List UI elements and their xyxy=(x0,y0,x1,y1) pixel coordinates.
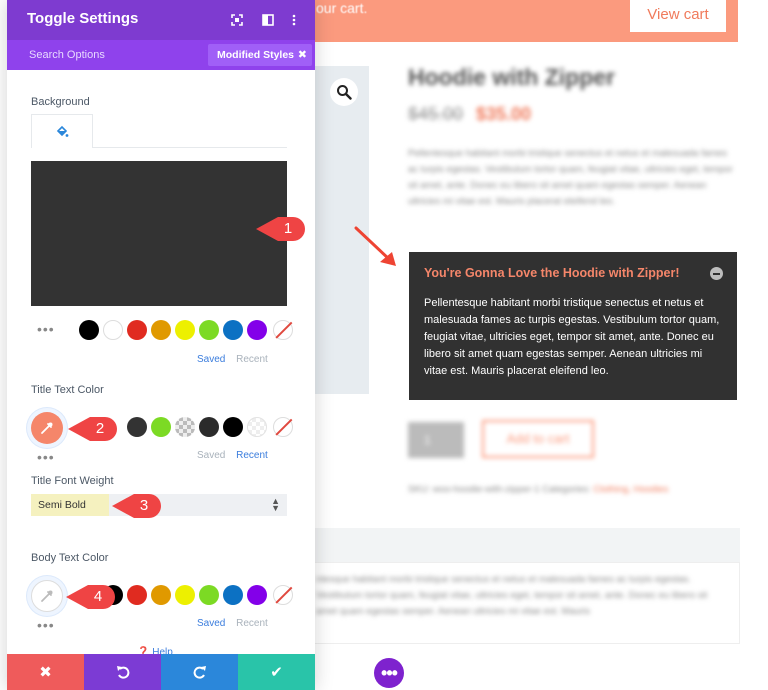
title-font-weight-value: Semi Bold xyxy=(31,494,109,516)
more-vertical-icon[interactable] xyxy=(285,11,303,29)
callout-number: 2 xyxy=(95,420,105,437)
recent-tab[interactable]: Recent xyxy=(236,450,268,461)
swatch-none[interactable] xyxy=(273,585,293,605)
swatch-red[interactable] xyxy=(127,585,147,605)
product-title: Hoodie with Zipper xyxy=(408,64,615,90)
add-to-cart-button[interactable]: Add to cart xyxy=(482,420,594,458)
close-icon: ✖ xyxy=(39,664,52,681)
product-tabs[interactable] xyxy=(300,528,740,562)
view-cart-button[interactable]: View cart xyxy=(630,0,726,32)
callout-marker-2: 2 xyxy=(68,414,118,444)
swatch-black[interactable] xyxy=(223,417,243,437)
select-arrows-icon: ▲ ▼ xyxy=(271,496,280,513)
swatch-none[interactable] xyxy=(273,320,293,340)
undo-icon xyxy=(116,666,129,679)
background-color-preview[interactable] xyxy=(31,161,287,306)
saved-tab[interactable]: Saved xyxy=(197,618,225,629)
toggle-settings-panel: Toggle Settings Search Options Modified … xyxy=(7,0,315,690)
swatch-white[interactable] xyxy=(103,320,123,340)
callout-marker-4: 4 xyxy=(66,582,116,612)
background-type-tabs xyxy=(31,114,287,148)
swatch-green[interactable] xyxy=(151,417,171,437)
undo-button[interactable] xyxy=(84,654,161,690)
title-swatch-tabs: Saved Recent xyxy=(197,450,268,461)
modified-styles-filter[interactable]: Modified Styles ✖ xyxy=(208,44,312,66)
callout-number: 3 xyxy=(139,497,149,514)
swatch-transparent[interactable] xyxy=(175,417,195,437)
quantity-input[interactable]: 1 xyxy=(408,422,464,458)
toggle-module[interactable]: You're Gonna Love the Hoodie with Zipper… xyxy=(409,252,737,400)
modified-styles-label: Modified Styles xyxy=(217,49,295,61)
background-color-tab[interactable] xyxy=(31,114,93,148)
swatch-purple[interactable] xyxy=(247,320,267,340)
redo-icon xyxy=(193,666,206,679)
save-button[interactable]: ✔ xyxy=(238,654,315,690)
swatch-yellow[interactable] xyxy=(175,585,195,605)
swatch-blue[interactable] xyxy=(223,585,243,605)
swatch-none[interactable] xyxy=(273,417,293,437)
screenshot-stage: our cart. View cart Hoodie with Zipper $… xyxy=(0,0,768,690)
search-options-link[interactable]: Search Options xyxy=(29,49,105,61)
saved-tab[interactable]: Saved xyxy=(197,450,225,461)
title-text-color-label: Title Text Color xyxy=(31,384,104,396)
panel-header[interactable]: Toggle Settings xyxy=(7,0,315,40)
recent-tab[interactable]: Recent xyxy=(236,354,268,365)
background-swatches: ••• xyxy=(31,320,293,342)
swatch-orange[interactable] xyxy=(151,320,171,340)
more-colors-icon[interactable]: ••• xyxy=(37,450,55,464)
pointer-arrow-icon xyxy=(354,226,396,266)
product-short-description: Pellentesque habitant morbi tristique se… xyxy=(408,148,733,207)
more-colors-icon[interactable]: ••• xyxy=(37,618,55,632)
product-tab-text: ntesque habitant morbi tristique senectu… xyxy=(316,574,708,617)
panel-subheader: Search Options Modified Styles ✖ xyxy=(7,40,315,70)
swatch-yellow[interactable] xyxy=(175,320,195,340)
body-swatch-tabs: Saved Recent xyxy=(197,618,268,629)
body-text-color-label: Body Text Color xyxy=(31,552,109,564)
expand-icon[interactable] xyxy=(228,11,246,29)
category-links[interactable]: Clothing, Hoodies xyxy=(593,484,668,495)
product-old-price: $45.00 xyxy=(408,104,464,124)
swatch-orange[interactable] xyxy=(151,585,171,605)
callout-number: 4 xyxy=(93,588,103,605)
background-swatch-tabs: Saved Recent xyxy=(197,354,268,365)
recent-tab[interactable]: Recent xyxy=(236,618,268,629)
sku-text: SKU: woo-hoodie-with-zipper-1 Categories… xyxy=(408,484,594,495)
swatch-charcoal[interactable] xyxy=(199,417,219,437)
callout-marker-1: 1 xyxy=(256,214,306,244)
product-meta: SKU: woo-hoodie-with-zipper-1 Categories… xyxy=(408,484,738,495)
discard-button[interactable]: ✖ xyxy=(7,654,84,690)
panel-footer: ✖ ✔ xyxy=(7,654,315,690)
product-sale-price: $35.00 xyxy=(476,104,532,124)
swatch-green[interactable] xyxy=(199,585,219,605)
more-options-button[interactable]: ••• xyxy=(374,658,404,688)
minus-circle-icon[interactable] xyxy=(710,267,723,280)
more-horizontal-icon: ••• xyxy=(381,662,398,683)
callout-marker-3: 3 xyxy=(112,491,162,521)
swatch-red[interactable] xyxy=(127,320,147,340)
swatch-black[interactable] xyxy=(79,320,99,340)
columns-icon[interactable] xyxy=(259,11,277,29)
background-label: Background xyxy=(31,96,90,108)
title-font-weight-label: Title Font Weight xyxy=(31,475,114,487)
check-icon: ✔ xyxy=(270,664,283,681)
swatch-blue[interactable] xyxy=(223,320,243,340)
callout-number: 1 xyxy=(283,220,293,237)
cart-notice-message: our cart. xyxy=(316,0,368,16)
close-icon[interactable]: ✖ xyxy=(298,44,307,66)
swatch-dark-gray[interactable] xyxy=(127,417,147,437)
swatch-green[interactable] xyxy=(199,320,219,340)
paint-bucket-icon xyxy=(56,125,69,137)
toggle-body: Pellentesque habitant morbi tristique se… xyxy=(424,297,720,377)
swatch-clear[interactable] xyxy=(247,417,267,437)
more-colors-icon[interactable]: ••• xyxy=(37,322,55,336)
toggle-title[interactable]: You're Gonna Love the Hoodie with Zipper… xyxy=(424,266,680,280)
swatch-purple[interactable] xyxy=(247,585,267,605)
redo-button[interactable] xyxy=(161,654,238,690)
search-icon[interactable] xyxy=(330,78,358,106)
panel-title: Toggle Settings xyxy=(27,10,139,27)
saved-tab[interactable]: Saved xyxy=(197,354,225,365)
